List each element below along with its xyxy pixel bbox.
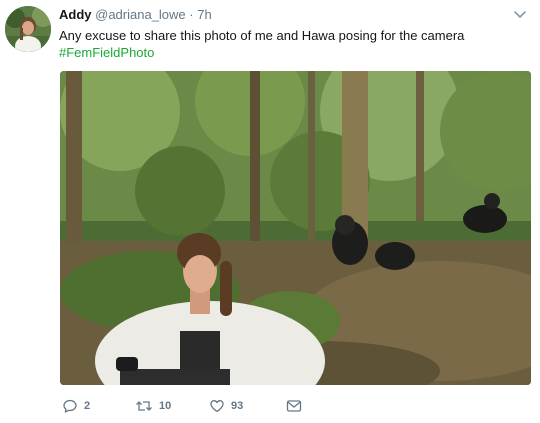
heart-icon xyxy=(209,398,225,414)
reply-icon xyxy=(62,398,78,414)
reply-count: 2 xyxy=(84,400,91,412)
tweet-timestamp[interactable]: 7h xyxy=(197,7,211,22)
header-separator: · xyxy=(189,7,194,22)
envelope-icon xyxy=(286,398,302,414)
like-button[interactable]: 93 xyxy=(209,396,243,416)
tweet-photo[interactable] xyxy=(60,71,531,385)
tweet-header: Addy @adriana_lowe · 7h xyxy=(59,7,212,23)
retweet-icon xyxy=(135,398,153,414)
hashtag-link[interactable]: #FemFieldPhoto xyxy=(59,44,154,61)
tweet-text: Any excuse to share this photo of me and… xyxy=(59,28,465,43)
tweet: Addy @adriana_lowe · 7h Any excuse to sh… xyxy=(0,0,540,423)
tweet-actions: 2 10 93 xyxy=(60,396,360,416)
reply-button[interactable]: 2 xyxy=(62,396,90,416)
retweet-button[interactable]: 10 xyxy=(135,396,171,416)
author-display-name[interactable]: Addy xyxy=(59,7,92,22)
author-handle[interactable]: @adriana_lowe xyxy=(95,7,186,22)
direct-message-button[interactable] xyxy=(286,396,302,416)
chevron-down-icon[interactable] xyxy=(512,8,528,22)
avatar[interactable] xyxy=(5,6,51,52)
like-count: 93 xyxy=(231,400,244,412)
retweet-count: 10 xyxy=(159,400,172,412)
